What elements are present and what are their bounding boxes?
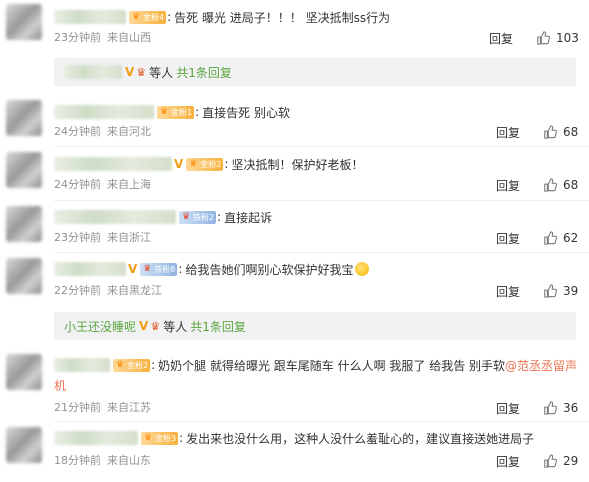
- reply-username[interactable]: 小王还没睡呢: [64, 318, 136, 335]
- v-badge-icon: V: [174, 157, 184, 171]
- comment-text: 坚决抵制！保护好老板！: [231, 157, 364, 172]
- reply-button[interactable]: 回复: [496, 453, 520, 470]
- v-badge-icon: V: [128, 262, 138, 276]
- username[interactable]: [54, 262, 126, 276]
- reply-button[interactable]: 回复: [489, 30, 513, 47]
- comment-text: 发出来也没什么用，这种人没什么羞耻心的，建议直接送她进局子: [186, 431, 535, 446]
- comment-text: 直接告死 别心软: [202, 105, 290, 120]
- username[interactable]: [54, 431, 138, 445]
- fan-badge[interactable]: ♛ 金粉3: [141, 431, 179, 445]
- crown-icon: ♛: [136, 65, 147, 79]
- username[interactable]: [54, 358, 110, 372]
- location: 来自山东: [107, 454, 151, 467]
- reply-username[interactable]: [64, 65, 122, 79]
- crown-icon: ♛: [143, 433, 153, 443]
- reply-button[interactable]: 回复: [496, 283, 520, 300]
- reply-button[interactable]: 回复: [496, 177, 520, 194]
- like-count: 62: [563, 231, 579, 245]
- thumbs-up-icon[interactable]: [542, 400, 558, 416]
- thumbs-up-icon[interactable]: [542, 453, 558, 469]
- crown-icon: ♛: [143, 264, 152, 274]
- thumbs-up-icon[interactable]: [542, 283, 558, 299]
- username[interactable]: [54, 105, 154, 119]
- mention-link-continued[interactable]: 机: [54, 377, 66, 394]
- username[interactable]: [54, 10, 126, 24]
- location: 来自河北: [107, 125, 151, 138]
- like-count: 68: [563, 125, 579, 139]
- emoji-icon: [355, 262, 370, 276]
- crown-icon: ♛: [115, 360, 125, 370]
- fan-badge[interactable]: ♛ 金粉1: [157, 105, 195, 119]
- location: 来自浙江: [107, 231, 151, 244]
- location: 来自上海: [107, 178, 151, 191]
- v-badge-icon: V: [139, 319, 149, 333]
- like-count: 68: [563, 178, 579, 192]
- comment-text: 告死 曝光 进局子！！！ 坚决抵制ss行为: [174, 10, 391, 25]
- comment-text: 给我告她们啊别心软保护好我宝: [185, 262, 354, 277]
- mention-link[interactable]: @范丞丞留声: [505, 357, 577, 374]
- like-count: 36: [563, 401, 579, 415]
- fan-badge[interactable]: ♛ 铁粉8: [140, 262, 178, 276]
- avatar[interactable]: [6, 258, 42, 294]
- avatar[interactable]: [6, 4, 42, 40]
- timestamp: 24分钟前: [54, 178, 101, 191]
- crown-icon: ♛: [189, 159, 198, 169]
- like-count: 103: [556, 31, 579, 45]
- crown-icon: ♛: [181, 212, 191, 222]
- thumbs-up-icon[interactable]: [535, 30, 551, 46]
- avatar[interactable]: [6, 427, 42, 463]
- divider: [54, 200, 589, 201]
- fan-badge[interactable]: ♛ 金粉2: [186, 157, 224, 171]
- divider: [54, 421, 589, 422]
- thumbs-up-icon[interactable]: [542, 124, 558, 140]
- like-count: 39: [563, 284, 579, 298]
- sub-reply-summary[interactable]: 小王还没睡呢 V ♛ 等人 共1条回复: [54, 312, 576, 340]
- thumbs-up-icon[interactable]: [542, 230, 558, 246]
- v-badge-icon: V: [125, 65, 135, 79]
- location: 来自黑龙江: [107, 284, 162, 297]
- comment-text: 直接起诉: [224, 210, 273, 225]
- avatar[interactable]: [6, 152, 42, 188]
- timestamp: 23分钟前: [54, 231, 101, 244]
- crown-icon: ♛: [131, 12, 141, 22]
- location: 来自山西: [107, 31, 151, 44]
- divider: [54, 252, 589, 253]
- avatar[interactable]: [6, 100, 42, 136]
- avatar[interactable]: [6, 354, 42, 390]
- fan-badge[interactable]: ♛ 金粉2: [113, 358, 151, 372]
- like-count: 29: [563, 454, 579, 468]
- sub-reply-summary[interactable]: V ♛ 等人 共1条回复: [54, 58, 576, 86]
- view-replies-link[interactable]: 共1条回复: [190, 318, 246, 335]
- location: 来自江苏: [107, 401, 151, 414]
- timestamp: 22分钟前: [54, 284, 101, 297]
- timestamp: 18分钟前: [54, 454, 101, 467]
- reply-button[interactable]: 回复: [496, 400, 520, 417]
- username[interactable]: [54, 210, 176, 224]
- divider: [54, 146, 589, 147]
- comment-text: 奶奶个腿 就得给曝光 跟车尾随车 什么人啊 我服了 给我告 别手软: [158, 358, 506, 373]
- view-replies-link[interactable]: 共1条回复: [176, 64, 232, 81]
- crown-icon: ♛: [159, 107, 169, 117]
- timestamp: 24分钟前: [54, 125, 101, 138]
- reply-button[interactable]: 回复: [496, 124, 520, 141]
- username[interactable]: [54, 157, 172, 171]
- fan-badge[interactable]: ♛ 铁粉2: [179, 210, 217, 224]
- timestamp: 23分钟前: [54, 31, 101, 44]
- crown-icon: ♛: [150, 319, 161, 333]
- reply-button[interactable]: 回复: [496, 230, 520, 247]
- avatar[interactable]: [6, 206, 42, 242]
- timestamp: 21分钟前: [54, 401, 101, 414]
- thumbs-up-icon[interactable]: [542, 177, 558, 193]
- fan-badge[interactable]: ♛ 金粉4: [129, 10, 167, 24]
